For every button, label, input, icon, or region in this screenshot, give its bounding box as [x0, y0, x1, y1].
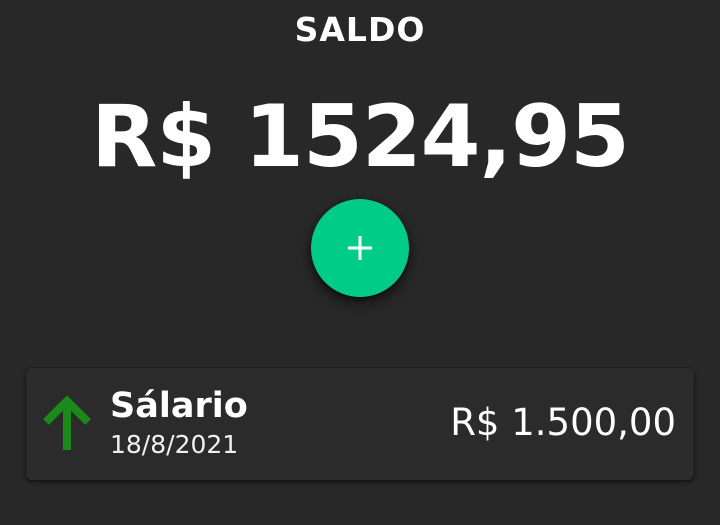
- transaction-value: R$ 1.500,00: [450, 401, 676, 444]
- balance-amount: R$ 1524,95: [91, 87, 630, 187]
- transaction-description: Sálario: [110, 386, 248, 426]
- balance-title: SALDO: [294, 10, 426, 49]
- arrow-up-icon: [43, 396, 91, 450]
- add-transaction-button[interactable]: [311, 199, 409, 297]
- plus-icon: [348, 236, 372, 260]
- transaction-date: 18/8/2021: [110, 430, 239, 459]
- transaction-card[interactable]: Sálario 18/8/2021 R$ 1.500,00: [26, 368, 694, 480]
